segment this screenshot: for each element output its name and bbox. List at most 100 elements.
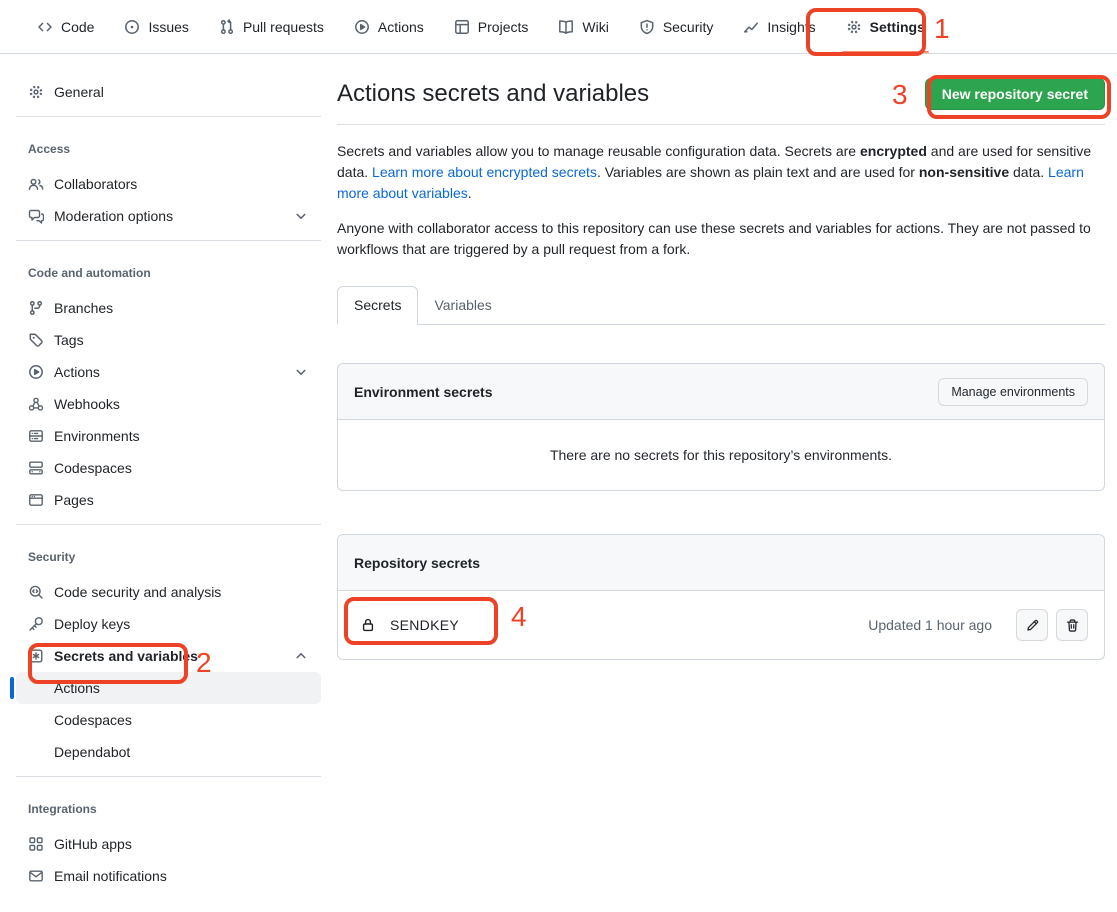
- delete-secret-button[interactable]: [1056, 609, 1088, 641]
- sidebar-section-access: Access: [16, 125, 321, 168]
- environment-secrets-header: Environment secrets Manage environments: [338, 364, 1104, 420]
- link-learn-more-encrypted-secrets[interactable]: Learn more about encrypted secrets: [372, 164, 597, 180]
- manage-environments-button[interactable]: Manage environments: [938, 378, 1088, 406]
- sidebar-item-label: Secrets and variables: [54, 648, 198, 664]
- nav-tab-pull-requests[interactable]: Pull requests: [209, 0, 334, 53]
- sidebar-item-actions[interactable]: Actions: [16, 672, 321, 704]
- sidebar-item-label: Code security and analysis: [54, 584, 221, 600]
- sidebar-item-branches[interactable]: Branches: [16, 292, 321, 324]
- sidebar-item-deploy-keys[interactable]: Deploy keys: [16, 608, 321, 640]
- lock-icon: [360, 617, 376, 633]
- pull-request-icon: [219, 19, 235, 35]
- nav-tab-security[interactable]: Security: [629, 0, 724, 53]
- tab-variables[interactable]: Variables: [418, 286, 507, 324]
- nav-tab-label: Insights: [767, 19, 815, 35]
- sidebar-divider: [16, 240, 321, 241]
- nav-tab-projects[interactable]: Projects: [444, 0, 539, 53]
- graph-icon: [743, 19, 759, 35]
- key-asterisk-icon: [28, 648, 44, 664]
- sidebar-item-label: GitHub apps: [54, 836, 132, 852]
- sidebar-item-dependabot[interactable]: Dependabot: [16, 736, 321, 768]
- sidebar-section-integrations: Integrations: [16, 785, 321, 828]
- sidebar-item-actions[interactable]: Actions: [16, 356, 321, 388]
- key-icon: [28, 616, 44, 632]
- play-icon: [354, 19, 370, 35]
- server-icon: [28, 428, 44, 444]
- sidebar-item-moderation-options[interactable]: Moderation options: [16, 200, 321, 232]
- nav-tab-label: Wiki: [582, 19, 608, 35]
- page-header: Actions secrets and variables New reposi…: [337, 78, 1105, 125]
- secret-meta: Updated 1 hour ago: [868, 609, 1088, 641]
- sidebar-item-label: Environments: [54, 428, 140, 444]
- environment-secrets-title: Environment secrets: [354, 384, 493, 400]
- intro-text: Secrets and variables allow you to manag…: [337, 143, 860, 159]
- sidebar-item-webhooks[interactable]: Webhooks: [16, 388, 321, 420]
- nav-tab-label: Security: [663, 19, 714, 35]
- issue-icon: [124, 19, 140, 35]
- bold-text: non-sensitive: [919, 164, 1009, 180]
- sidebar-item-label: Webhooks: [54, 396, 120, 412]
- chevron-down-icon: [293, 364, 309, 380]
- mail-icon: [28, 868, 44, 884]
- tab-secrets[interactable]: Secrets: [337, 286, 418, 325]
- nav-tab-code[interactable]: Code: [27, 0, 104, 53]
- intro-text: . Variables are shown as plain text and …: [597, 164, 919, 180]
- browser-icon: [28, 492, 44, 508]
- environment-secrets-empty-text: There are no secrets for this repository…: [338, 420, 1104, 490]
- intro-paragraph: Secrets and variables allow you to manag…: [337, 141, 1105, 204]
- settings-layout: General AccessCollaboratorsModeration opt…: [0, 54, 1117, 912]
- sidebar-item-pages[interactable]: Pages: [16, 484, 321, 516]
- sidebar-item-code-security-and-analysis[interactable]: Code security and analysis: [16, 576, 321, 608]
- nav-tab-insights[interactable]: Insights: [733, 0, 825, 53]
- nav-tab-actions[interactable]: Actions: [344, 0, 434, 53]
- sidebar-divider: [16, 524, 321, 525]
- sidebar-item-label: Pages: [54, 492, 94, 508]
- pencil-icon: [1025, 618, 1040, 633]
- sidebar-item-label: Branches: [54, 300, 113, 316]
- gear-icon: [846, 19, 862, 35]
- nav-tab-settings[interactable]: Settings: [836, 0, 935, 53]
- sidebar-item-collaborators[interactable]: Collaborators: [16, 168, 321, 200]
- intro-text: .: [468, 185, 472, 201]
- secret-name-group: SENDKEY: [354, 617, 459, 633]
- sidebar-section-code-and-automation: Code and automation: [16, 249, 321, 292]
- new-repository-secret-button[interactable]: New repository secret: [925, 78, 1105, 110]
- sidebar-item-label: General: [54, 84, 104, 100]
- nav-tab-issues[interactable]: Issues: [114, 0, 198, 53]
- intro-text: data.: [1009, 164, 1048, 180]
- repository-secrets-title: Repository secrets: [354, 555, 480, 571]
- comment-icon: [28, 208, 44, 224]
- sidebar-item-label: Codespaces: [54, 460, 132, 476]
- secrets-variables-tabnav: Secrets Variables: [337, 286, 1105, 325]
- secret-row: SENDKEY Updated 1 hour ago: [338, 591, 1104, 659]
- apps-icon: [28, 836, 44, 852]
- repository-secrets-box: Repository secrets SENDKEY Updated 1 hou…: [337, 534, 1105, 660]
- sidebar-item-secrets-and-variables[interactable]: Secrets and variables: [16, 640, 321, 672]
- chevron-down-icon: [293, 208, 309, 224]
- sidebar-divider: [16, 776, 321, 777]
- nav-tab-label: Code: [61, 19, 94, 35]
- nav-tab-wiki[interactable]: Wiki: [548, 0, 618, 53]
- sidebar-item-tags[interactable]: Tags: [16, 324, 321, 356]
- sidebar-item-label: Codespaces: [54, 712, 132, 728]
- sidebar-item-label: Email notifications: [54, 868, 167, 884]
- edit-secret-button[interactable]: [1016, 609, 1048, 641]
- sidebar-item-codespaces[interactable]: Codespaces: [16, 704, 321, 736]
- secret-updated-text: Updated 1 hour ago: [868, 617, 992, 633]
- people-icon: [28, 176, 44, 192]
- webhook-icon: [28, 396, 44, 412]
- code-icon: [37, 19, 53, 35]
- note-paragraph: Anyone with collaborator access to this …: [337, 218, 1105, 260]
- sidebar-item-general[interactable]: General: [16, 76, 321, 108]
- sidebar-item-email-notifications[interactable]: Email notifications: [16, 860, 321, 892]
- nav-tab-label: Settings: [870, 19, 925, 35]
- bold-text: encrypted: [860, 143, 927, 159]
- sidebar-item-codespaces[interactable]: Codespaces: [16, 452, 321, 484]
- main-content: Actions secrets and variables New reposi…: [337, 54, 1105, 660]
- settings-sidebar: General AccessCollaboratorsModeration opt…: [0, 54, 337, 912]
- active-tab-underline: [842, 51, 929, 53]
- secret-name: SENDKEY: [390, 617, 459, 633]
- environment-secrets-box: Environment secrets Manage environments …: [337, 363, 1105, 491]
- sidebar-item-environments[interactable]: Environments: [16, 420, 321, 452]
- sidebar-item-github-apps[interactable]: GitHub apps: [16, 828, 321, 860]
